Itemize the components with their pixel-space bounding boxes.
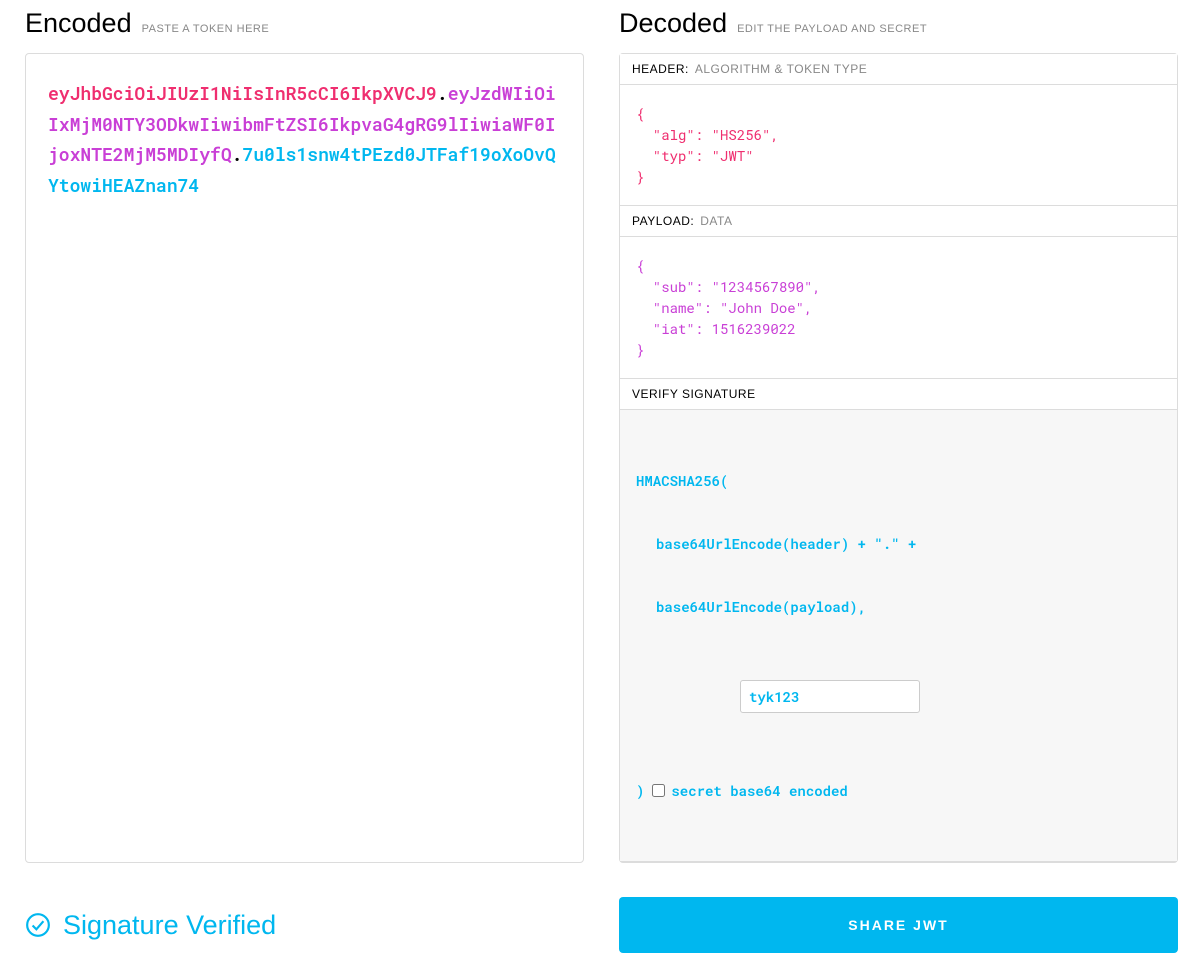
- encoded-subtitle: PASTE A TOKEN HERE: [142, 23, 270, 35]
- verified-text: Signature Verified: [63, 910, 276, 941]
- sig-close-paren: ): [636, 780, 644, 801]
- encoded-column: Encoded PASTE A TOKEN HERE eyJhbGciOiJIU…: [25, 0, 584, 863]
- encoded-header: Encoded PASTE A TOKEN HERE: [25, 0, 584, 53]
- sig-line3: base64UrlEncode(payload),: [636, 596, 1161, 617]
- sig-line4: ) secret base64 encoded: [636, 780, 1161, 801]
- signature-section-label: VERIFY SIGNATURE: [620, 379, 1177, 410]
- payload-label: PAYLOAD:: [632, 214, 694, 228]
- sig-line1: HMACSHA256(: [636, 470, 1161, 491]
- encoded-token-box[interactable]: eyJhbGciOiJIUzI1NiIsInR5cCI6IkpXVCJ9.eyJ…: [25, 53, 584, 863]
- sig-secret-row: [636, 659, 1161, 734]
- signature-status: Signature Verified: [25, 910, 584, 941]
- signature-label: VERIFY SIGNATURE: [632, 387, 756, 401]
- header-sublabel: ALGORITHM & TOKEN TYPE: [695, 62, 867, 76]
- decoded-subtitle: EDIT THE PAYLOAD AND SECRET: [737, 23, 927, 35]
- header-label: HEADER:: [632, 62, 689, 76]
- token-header-part: eyJhbGciOiJIUzI1NiIsInR5cCI6IkpXVCJ9: [48, 81, 437, 105]
- decoded-box: HEADER: ALGORITHM & TOKEN TYPE { "alg": …: [619, 53, 1178, 863]
- token-dot: .: [232, 142, 243, 166]
- token-dot: .: [437, 81, 448, 105]
- decoded-title: Decoded: [619, 8, 727, 39]
- sig-line2: base64UrlEncode(header) + "." +: [636, 533, 1161, 554]
- base64-checkbox[interactable]: [652, 784, 665, 797]
- base64-checkbox-label: secret base64 encoded: [671, 780, 847, 801]
- footer: Signature Verified SHARE JWT: [25, 897, 1178, 953]
- payload-sublabel: DATA: [700, 214, 732, 228]
- payload-body[interactable]: { "sub": "1234567890", "name": "John Doe…: [620, 237, 1177, 379]
- header-body[interactable]: { "alg": "HS256", "typ": "JWT" }: [620, 85, 1177, 206]
- secret-input[interactable]: [740, 680, 920, 713]
- signature-body: HMACSHA256( base64UrlEncode(header) + ".…: [620, 410, 1177, 862]
- payload-section-label: PAYLOAD: DATA: [620, 206, 1177, 237]
- decoded-column: Decoded EDIT THE PAYLOAD AND SECRET HEAD…: [619, 0, 1178, 863]
- decoded-header: Decoded EDIT THE PAYLOAD AND SECRET: [619, 0, 1178, 53]
- main-container: Encoded PASTE A TOKEN HERE eyJhbGciOiJIU…: [25, 0, 1178, 863]
- share-jwt-button[interactable]: SHARE JWT: [619, 897, 1178, 953]
- check-circle-icon: [25, 912, 51, 938]
- header-section-label: HEADER: ALGORITHM & TOKEN TYPE: [620, 54, 1177, 85]
- encoded-title: Encoded: [25, 8, 132, 39]
